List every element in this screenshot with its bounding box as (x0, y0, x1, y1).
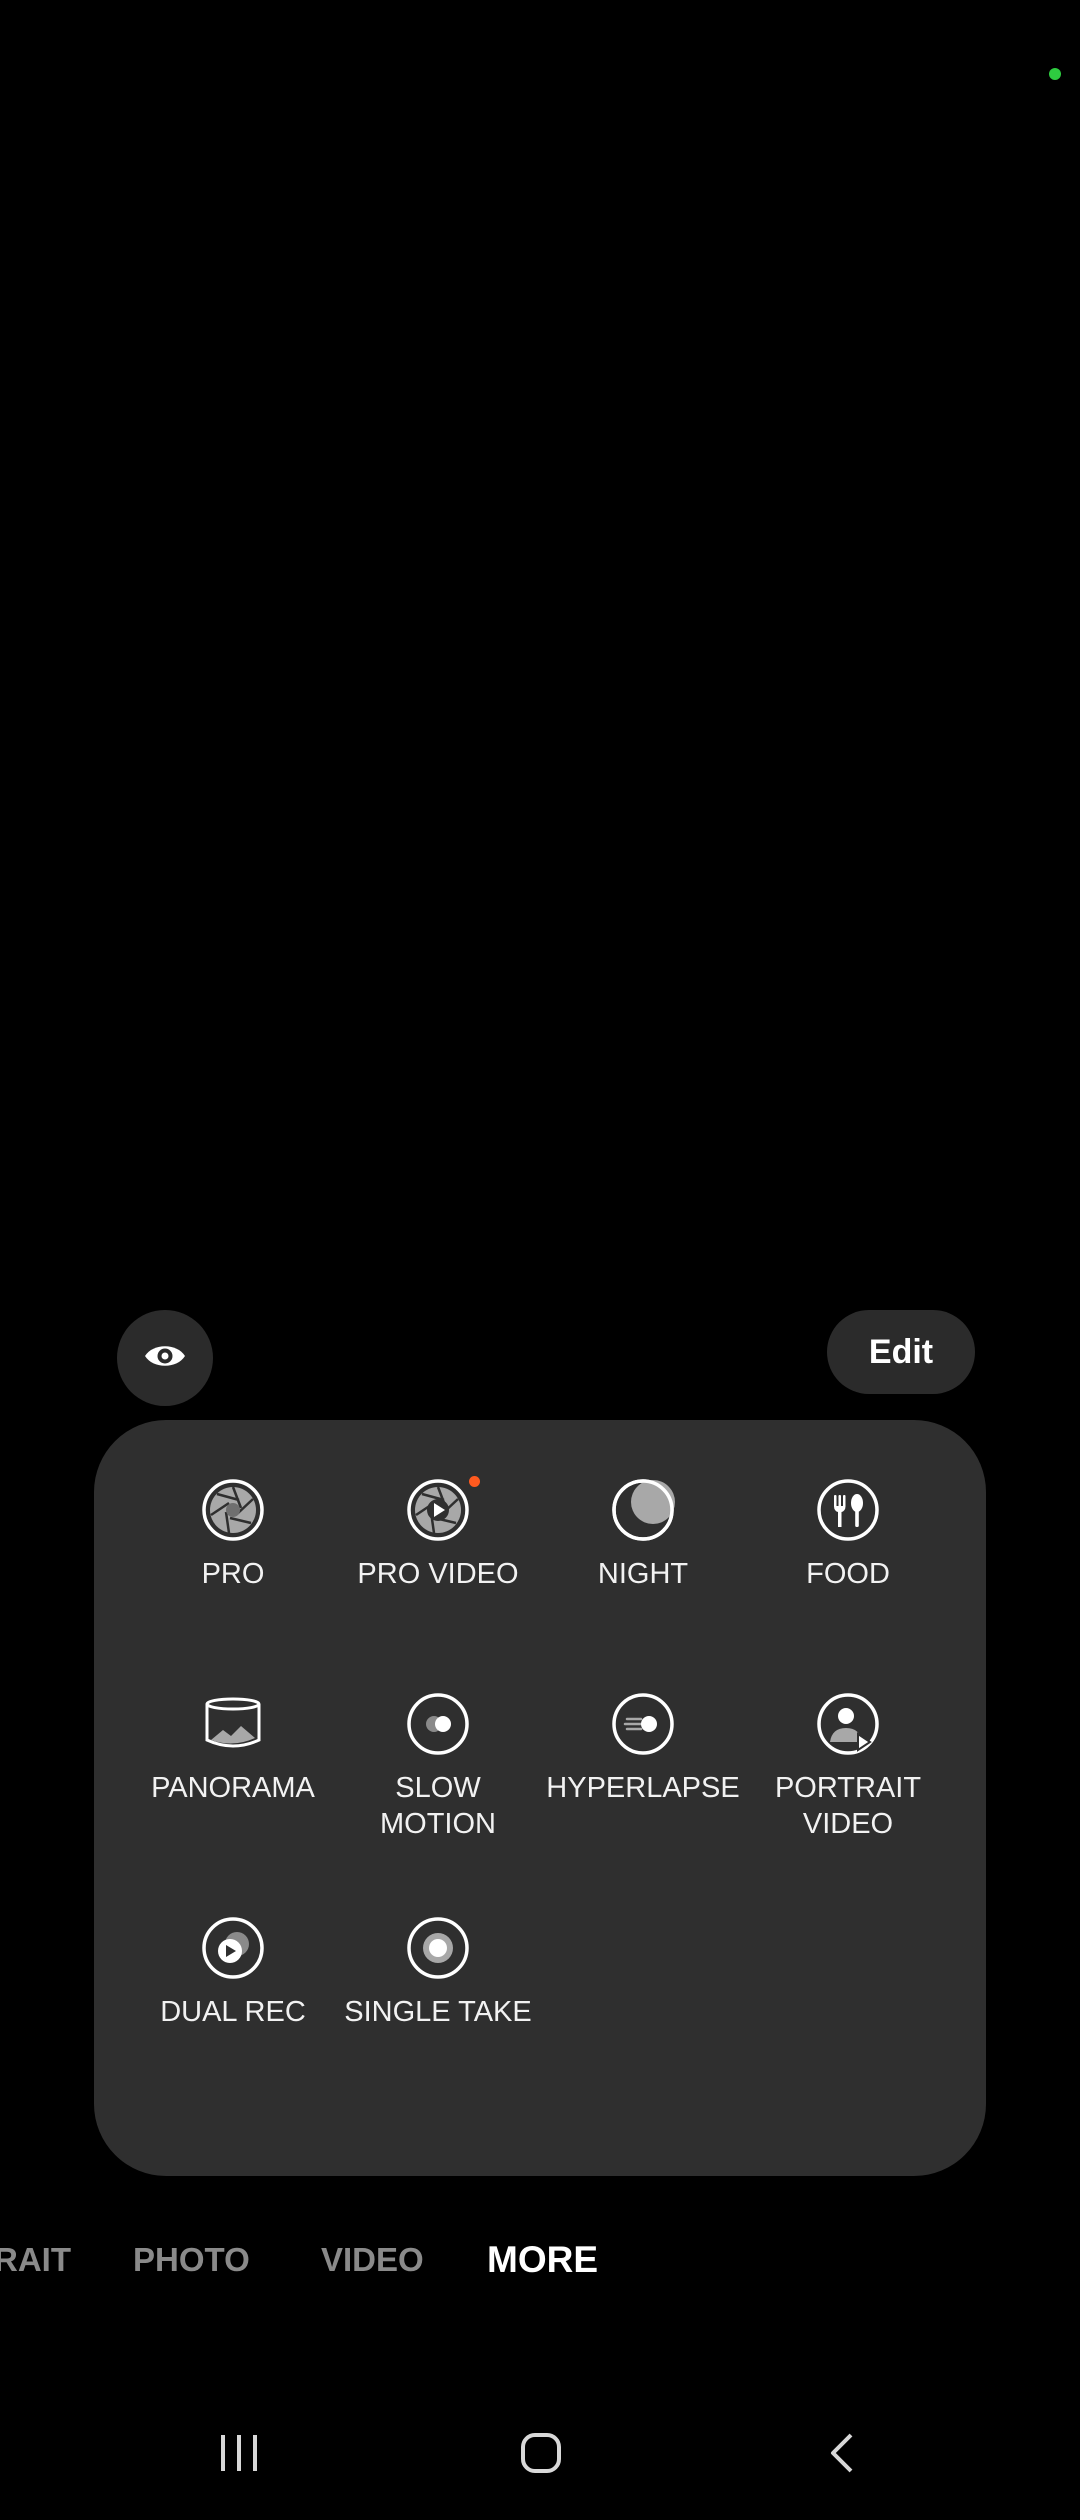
navigation-bar (0, 2410, 1080, 2500)
mode-label: PANORAMA (151, 1772, 315, 1804)
eye-icon (143, 1341, 187, 1376)
mode-single-take[interactable]: SINGLE TAKE (335, 1916, 541, 2030)
more-modes-panel: PRO PRO VIDEO NIGHT FOOD PANORAMA SLOW M… (94, 1420, 986, 2176)
edit-modes-button[interactable]: Edit (827, 1310, 975, 1394)
tab-photo[interactable]: PHOTO (133, 2228, 250, 2292)
mode-label: SINGLE TAKE (344, 1996, 532, 2028)
home-button[interactable] (481, 2410, 601, 2500)
mode-dual-rec[interactable]: DUAL REC (130, 1916, 336, 2030)
mode-hyperlapse[interactable]: HYPERLAPSE (540, 1692, 746, 1806)
mode-label: HYPERLAPSE (546, 1772, 740, 1804)
fork-spoon-icon (816, 1478, 880, 1542)
mode-pro-video[interactable]: PRO VIDEO (335, 1476, 541, 1592)
slow-motion-icon (406, 1692, 470, 1756)
camera-in-use-indicator (1049, 68, 1061, 80)
mode-portrait-video[interactable]: PORTRAIT VIDEO (745, 1692, 951, 1842)
aperture-play-icon (406, 1476, 480, 1542)
moon-icon (611, 1478, 675, 1542)
new-badge (469, 1476, 480, 1487)
mode-label: PRO VIDEO (357, 1558, 519, 1590)
mode-slow-motion[interactable]: SLOW MOTION (335, 1692, 541, 1842)
tab-video[interactable]: VIDEO (321, 2228, 424, 2292)
recent-apps-icon (217, 2431, 261, 2480)
tab-more[interactable]: MORE (487, 2228, 598, 2292)
home-icon (519, 2431, 563, 2480)
single-take-icon (406, 1916, 470, 1980)
mode-food[interactable]: FOOD (745, 1478, 951, 1592)
mode-label: NIGHT (597, 1558, 689, 1590)
mode-label: DUAL REC (160, 1996, 306, 2028)
mode-night[interactable]: NIGHT (540, 1478, 746, 1592)
mode-panorama[interactable]: PANORAMA (130, 1692, 336, 1806)
back-button[interactable] (783, 2410, 903, 2500)
mode-pro[interactable]: PRO (130, 1478, 336, 1592)
recent-apps-button[interactable] (179, 2410, 299, 2500)
camera-mode-tabs: RAIT PHOTO VIDEO MORE (0, 2228, 1080, 2292)
dual-rec-icon (201, 1916, 265, 1980)
mode-label: PORTRAIT VIDEO (774, 1772, 922, 1840)
tab-portrait[interactable]: RAIT (0, 2228, 71, 2292)
mode-label: SLOW MOTION (380, 1772, 496, 1840)
mode-label: FOOD (806, 1558, 890, 1590)
panorama-icon (201, 1692, 265, 1756)
scene-optimizer-button[interactable] (117, 1310, 213, 1406)
aperture-icon (201, 1478, 265, 1542)
hyperlapse-icon (611, 1692, 675, 1756)
back-icon (821, 2431, 865, 2480)
portrait-video-icon (816, 1692, 880, 1756)
mode-label: PRO (201, 1558, 265, 1590)
